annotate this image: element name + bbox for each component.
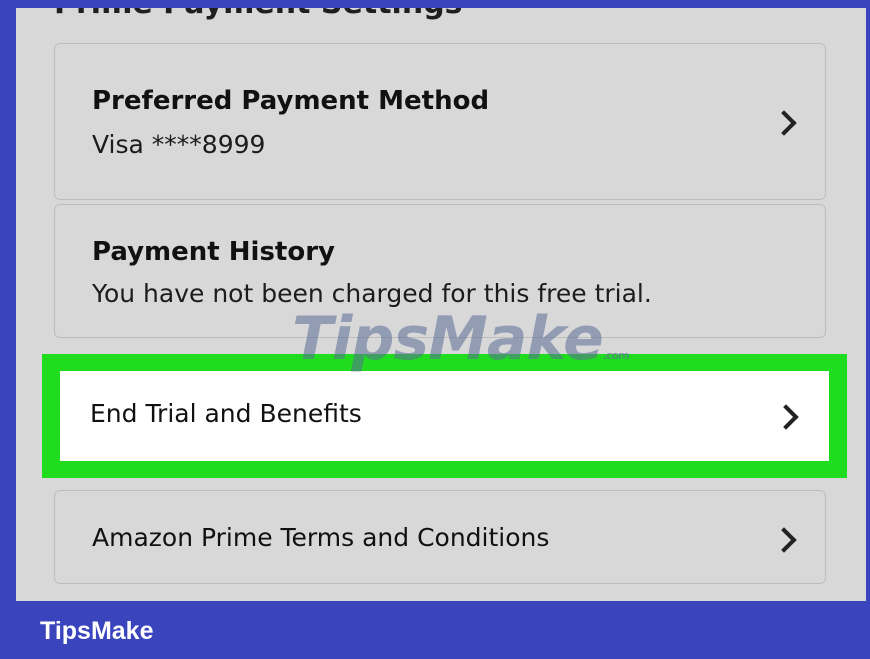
- footer-brand: TipsMake: [40, 617, 154, 645]
- preferred-payment-method-value: Visa ****8999: [92, 130, 266, 159]
- prime-terms-row[interactable]: Amazon Prime Terms and Conditions: [54, 490, 826, 584]
- app-screen: Prime Payment Settings Preferred Payment…: [16, 8, 866, 601]
- payment-history-row[interactable]: Payment History You have not been charge…: [54, 204, 826, 338]
- section-title: Prime Payment Settings: [54, 8, 463, 21]
- payment-history-title: Payment History: [92, 237, 335, 267]
- highlight-box: End Trial and Benefits: [42, 354, 847, 478]
- end-trial-row[interactable]: End Trial and Benefits: [60, 371, 829, 461]
- frame-border: Prime Payment Settings Preferred Payment…: [0, 0, 870, 659]
- preferred-payment-method-title: Preferred Payment Method: [92, 86, 490, 116]
- chevron-right-icon: [773, 404, 799, 430]
- prime-terms-label: Amazon Prime Terms and Conditions: [92, 523, 550, 552]
- end-trial-label: End Trial and Benefits: [90, 399, 362, 428]
- chevron-right-icon: [771, 110, 797, 136]
- payment-history-subtitle: You have not been charged for this free …: [92, 279, 652, 308]
- chevron-right-icon: [771, 527, 797, 553]
- preferred-payment-method-row[interactable]: Preferred Payment Method Visa ****8999: [54, 43, 826, 200]
